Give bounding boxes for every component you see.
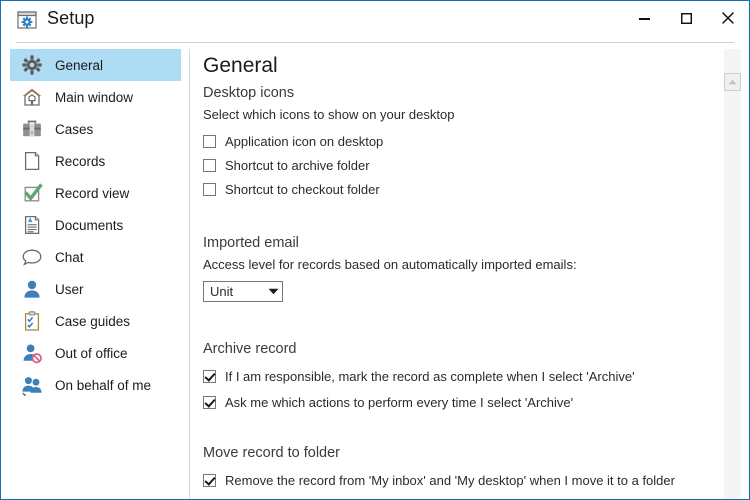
checkbox-mark-record-complete-on-archive[interactable] [203, 369, 216, 383]
checkbox-ask-which-actions-on-archive[interactable] [203, 395, 216, 409]
section-archive-record: Archive record If I am responsible, mark… [203, 341, 713, 415]
person-blocked-icon [19, 340, 45, 366]
home-icon [19, 84, 45, 110]
sidebar-item-record-view[interactable]: Record view [10, 177, 181, 209]
checkbox-row[interactable]: If I am responsible, mark the record as … [203, 363, 713, 389]
checkbox-row[interactable]: Shortcut to checkout folder [203, 177, 713, 201]
sidebar-item-case-guides[interactable]: Case guides [10, 305, 181, 337]
checkbox-remove-record-from-inbox-on-move[interactable] [203, 473, 216, 487]
sidebar-nav: General Main window Cases Records Record… [2, 49, 189, 499]
clipboard-check-icon [19, 308, 45, 334]
sidebar-item-records[interactable]: Records [10, 145, 181, 177]
sidebar-item-general[interactable]: General [10, 49, 181, 81]
document-text-icon [19, 212, 45, 238]
sidebar-item-label: Cases [55, 121, 94, 137]
section-heading: Archive record [203, 341, 297, 357]
close-button[interactable] [707, 1, 749, 35]
chevron-down-icon [264, 288, 282, 295]
sidebar-item-label: Case guides [55, 313, 131, 329]
sidebar-item-label: Documents [55, 217, 124, 233]
checkbox-label: Remove the record from 'My inbox' and 'M… [225, 472, 675, 488]
section-heading: Move record to folder [203, 445, 341, 461]
sidebar-item-chat[interactable]: Chat [10, 241, 181, 273]
checkbox-shortcut-to-checkout-folder[interactable] [203, 182, 216, 196]
speech-bubble-icon [19, 244, 45, 270]
checkbox-row[interactable]: Shortcut to archive folder [203, 153, 713, 177]
access-level-dropdown[interactable]: Unit [203, 281, 283, 302]
window-controls [623, 1, 749, 35]
checkbox-application-icon-on-desktop[interactable] [203, 134, 216, 148]
maximize-button[interactable] [665, 1, 707, 35]
checkbox-row[interactable]: Ask me which actions to perform every ti… [203, 389, 713, 415]
checkbox-row[interactable]: If I am responsible, mark the record as … [203, 493, 713, 500]
sidebar-item-out-of-office[interactable]: Out of office [10, 337, 181, 369]
scroll-up-arrow-icon[interactable] [724, 73, 741, 91]
document-page-icon [19, 148, 45, 174]
checkbox-row[interactable]: Application icon on desktop [203, 129, 713, 153]
page-title: General [203, 54, 278, 77]
sidebar-item-label: User [55, 281, 84, 297]
section-imported-email: Imported email Access level for records … [203, 235, 713, 302]
sidebar-item-on-behalf-of-me[interactable]: On behalf of me [10, 369, 181, 401]
settings-content-panel: General Desktop icons Select which icons… [190, 45, 723, 500]
section-heading: Imported email [203, 235, 299, 251]
sidebar-item-label: On behalf of me [55, 377, 152, 393]
sidebar-item-label: Record view [55, 185, 130, 201]
section-description: Access level for records based on automa… [203, 257, 577, 272]
checkmark-box-icon [19, 180, 45, 206]
checkbox-label: Shortcut to archive folder [225, 157, 370, 173]
gear-icon [19, 52, 45, 78]
title-bar: Setup [1, 1, 749, 43]
checkbox-label: If I am responsible, mark the record as … [225, 368, 635, 384]
checkbox-row[interactable]: Remove the record from 'My inbox' and 'M… [203, 467, 713, 493]
dropdown-selected-value: Unit [210, 284, 234, 299]
sidebar-item-documents[interactable]: Documents [10, 209, 181, 241]
content-scrollbar[interactable] [724, 49, 741, 499]
people-delegate-icon [19, 372, 45, 398]
window-title: Setup [47, 8, 95, 28]
section-move-record-to-folder: Move record to folder Remove the record … [203, 445, 713, 500]
sidebar-item-label: Out of office [55, 345, 128, 361]
sidebar-item-user[interactable]: User [10, 273, 181, 305]
section-heading: Desktop icons [203, 85, 295, 101]
checkbox-label: Shortcut to checkout folder [225, 181, 380, 197]
section-desktop-icons: Desktop icons Select which icons to show… [203, 85, 713, 201]
sidebar-item-cases[interactable]: Cases [10, 113, 181, 145]
scrollbar-track[interactable] [724, 91, 741, 499]
setup-window: Setup General Main window Cases Records … [0, 0, 750, 500]
minimize-button[interactable] [623, 1, 665, 35]
sidebar-item-label: Main window [55, 89, 134, 105]
sidebar-item-label: Chat [55, 249, 84, 265]
section-description: Select which icons to show on your deskt… [203, 107, 455, 122]
setup-gear-window-icon [17, 11, 37, 29]
briefcase-icon [19, 116, 45, 142]
sidebar-item-main-window[interactable]: Main window [10, 81, 181, 113]
checkbox-label: Ask me which actions to perform every ti… [225, 394, 574, 410]
checkbox-label: Application icon on desktop [225, 133, 384, 149]
title-bar-divider [16, 42, 734, 43]
sidebar-item-label: General [55, 57, 104, 73]
person-icon [19, 276, 45, 302]
checkbox-shortcut-to-archive-folder[interactable] [203, 158, 216, 172]
sidebar-item-label: Records [55, 153, 106, 169]
